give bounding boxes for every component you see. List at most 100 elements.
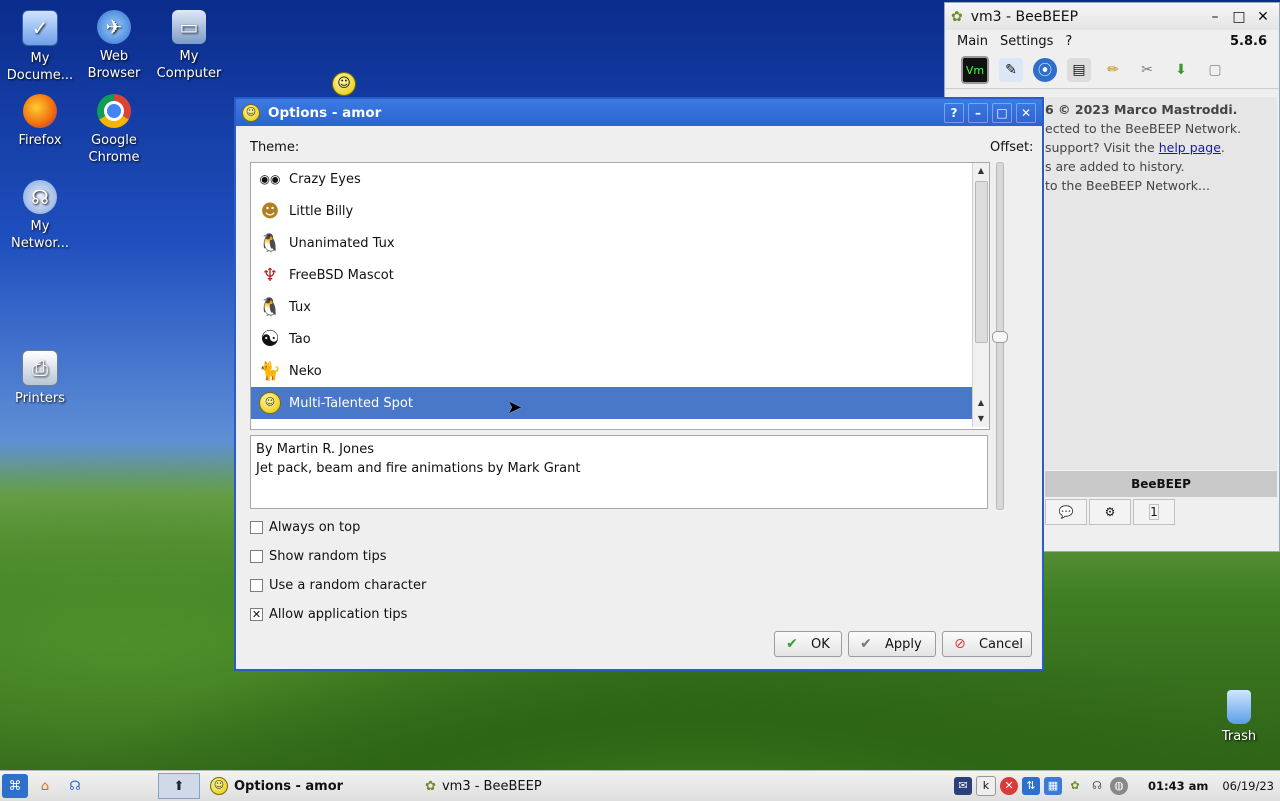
amor-character-icon[interactable]: ☺	[332, 72, 356, 96]
theme-list-scrollbar[interactable]: ▲ ▲ ▼	[972, 163, 989, 427]
profile-icon[interactable]: ✎	[999, 58, 1023, 82]
clear-icon[interactable]: ▢	[1203, 58, 1227, 82]
theme-item-freebsd-mascot[interactable]: ♆ FreeBSD Mascot	[251, 259, 989, 291]
desktop-icon-trash[interactable]: Trash	[1201, 690, 1277, 745]
beebeep-chat-log: 6 © 2023 Marco Mastroddi. ected to the B…	[1045, 97, 1277, 470]
scroll-up-icon[interactable]: ▲	[973, 163, 989, 179]
network-launcher-icon[interactable]: ☊	[62, 774, 88, 798]
bsd-daemon-icon: ♆	[261, 264, 279, 286]
show-random-tips-checkbox[interactable]: Show random tips	[250, 549, 387, 564]
help-icon[interactable]: ?	[944, 102, 964, 123]
dialog-titlebar[interactable]: ☺ Options - amor ? – □ ✕	[236, 99, 1042, 126]
close-icon[interactable]: ✕	[1016, 102, 1036, 123]
theme-list[interactable]: ◉◉ Crazy Eyes ☻ Little Billy 🐧 Unanimate…	[250, 162, 990, 430]
description-line: By Martin R. Jones	[256, 442, 374, 457]
desktop-icon-firefox[interactable]: Firefox	[2, 94, 78, 149]
desktop-icon-chrome[interactable]: Google Chrome	[76, 94, 152, 166]
task-options-amor[interactable]: ☺ Options - amor	[210, 774, 343, 798]
desktop-icon-label: Web Browser	[87, 49, 141, 81]
log-line: s are added to history.	[1045, 159, 1185, 174]
beebeep-titlebar[interactable]: ✿ vm3 - BeeBEEP – □ ✕	[945, 3, 1279, 30]
folder-icon[interactable]: ▤	[1067, 58, 1091, 82]
bee-tray-icon[interactable]: ✿	[1066, 777, 1084, 795]
yin-yang-icon: ☯	[260, 326, 280, 352]
maximize-icon[interactable]: □	[992, 102, 1012, 123]
clock-time[interactable]: 01:43 am	[1148, 779, 1208, 793]
clock-date[interactable]: 06/19/23	[1222, 779, 1274, 793]
random-character-checkbox[interactable]: Use a random character	[250, 578, 426, 593]
log-line-help: support? Visit the help page.	[1045, 138, 1277, 157]
checkbox-label: Always on top	[269, 520, 361, 535]
checkbox-box-checked[interactable]: ✕	[250, 608, 263, 621]
mouse-cursor-icon: ➤	[507, 397, 523, 418]
beebeep-tabs: 💬 ⚙ 1	[1045, 499, 1175, 525]
globe-icon[interactable]: ◍	[1109, 777, 1128, 795]
network-toggle-icon[interactable]: ⦿	[1033, 58, 1057, 82]
tab-users[interactable]: ⚙	[1089, 499, 1131, 525]
checkbox-box[interactable]	[250, 521, 263, 534]
task-label: Options - amor	[234, 778, 344, 794]
theme-item-crazy-eyes[interactable]: ◉◉ Crazy Eyes	[251, 163, 989, 195]
close-icon[interactable]: ✕	[1253, 7, 1273, 27]
cancel-icon: ⊘	[954, 636, 966, 652]
headset-icon[interactable]: ☊	[1088, 777, 1106, 795]
checkbox-label: Allow application tips	[269, 607, 408, 622]
tab-files[interactable]: 1	[1133, 499, 1175, 525]
display-icon[interactable]: ▦	[1043, 777, 1062, 795]
pager-icon[interactable]: ⬆	[158, 773, 200, 799]
vm-status-icon[interactable]: Vm	[961, 56, 989, 84]
menu-help[interactable]: ?	[1065, 34, 1072, 49]
network-tray-icon[interactable]: ⇅	[1021, 777, 1040, 795]
desktop-icon-my-computer[interactable]: ▭ My Computer	[151, 10, 227, 82]
edit-icon[interactable]: ✏	[1101, 58, 1125, 82]
task-beebeep[interactable]: ✿ vm3 - BeeBEEP	[425, 774, 542, 798]
checkmark-icon: ✔	[860, 636, 872, 652]
theme-item-little-billy[interactable]: ☻ Little Billy	[251, 195, 989, 227]
tab-file-count: 1	[1149, 504, 1159, 520]
cancel-button[interactable]: ⊘ Cancel	[942, 631, 1032, 657]
scroll-thumb[interactable]	[975, 181, 988, 343]
desktop-icon-my-documents[interactable]: ✓ My Docume...	[2, 10, 78, 84]
tab-chat[interactable]: 💬	[1045, 499, 1087, 525]
download-icon[interactable]: ⬇	[1169, 58, 1193, 82]
log-text: .	[1220, 140, 1225, 155]
ok-button[interactable]: ✔ OK	[774, 631, 842, 657]
security-icon[interactable]: ✕	[999, 777, 1018, 795]
network-icon: ☊	[23, 180, 57, 214]
apply-button[interactable]: ✔ Apply	[848, 631, 936, 657]
minimize-icon[interactable]: –	[1205, 7, 1225, 27]
maximize-icon[interactable]: □	[1229, 7, 1249, 27]
description-line: Jet pack, beam and fire animations by Ma…	[256, 461, 581, 476]
bee-app-icon: ✿	[951, 8, 963, 25]
taskbar: ⌘ ⌂ ☊ ⬆ ☺ Options - amor ✿ vm3 - BeeBEEP…	[0, 770, 1280, 801]
tools-icon[interactable]: ✂	[1135, 58, 1159, 82]
offset-slider-handle[interactable]	[992, 331, 1008, 343]
cat-icon: 🐈	[258, 360, 282, 382]
theme-item-tao[interactable]: ☯ Tao	[251, 323, 989, 355]
documents-icon: ✓	[22, 10, 58, 46]
theme-item-neko[interactable]: 🐈 Neko	[251, 355, 989, 387]
checkbox-box[interactable]	[250, 550, 263, 563]
checkbox-box[interactable]	[250, 579, 263, 592]
theme-item-multi-talented-spot[interactable]: ☺ Multi-Talented Spot	[251, 387, 978, 419]
menu-settings[interactable]: Settings	[1000, 34, 1053, 49]
always-on-top-checkbox[interactable]: Always on top	[250, 520, 360, 535]
desktop-icon-my-network[interactable]: ☊ My Networ...	[2, 180, 78, 252]
allow-application-tips-checkbox[interactable]: ✕ Allow application tips	[250, 607, 407, 622]
offset-slider[interactable]	[992, 162, 1008, 510]
minimize-icon[interactable]: –	[968, 102, 988, 123]
theme-description: By Martin R. Jones Jet pack, beam and fi…	[250, 435, 988, 509]
keyboard-icon[interactable]: k	[975, 776, 996, 796]
theme-item-tux[interactable]: 🐧 Tux	[251, 291, 989, 323]
scroll-up-icon[interactable]: ▲	[973, 395, 989, 411]
scroll-down-icon[interactable]: ▼	[973, 411, 989, 427]
desktop-icon-printers[interactable]: ⎙ Printers	[2, 350, 78, 407]
home-icon[interactable]: ⌂	[32, 774, 58, 798]
menu-main[interactable]: Main	[957, 34, 988, 49]
start-menu-icon[interactable]: ⌘	[2, 774, 28, 798]
help-page-link[interactable]: help page	[1159, 140, 1221, 155]
desktop-icon-web-browser[interactable]: ✈ Web Browser	[76, 10, 152, 82]
mail-icon[interactable]: ✉	[953, 777, 972, 795]
desktop-icon-label: Firefox	[18, 133, 62, 148]
theme-item-unanimated-tux[interactable]: 🐧 Unanimated Tux	[251, 227, 989, 259]
